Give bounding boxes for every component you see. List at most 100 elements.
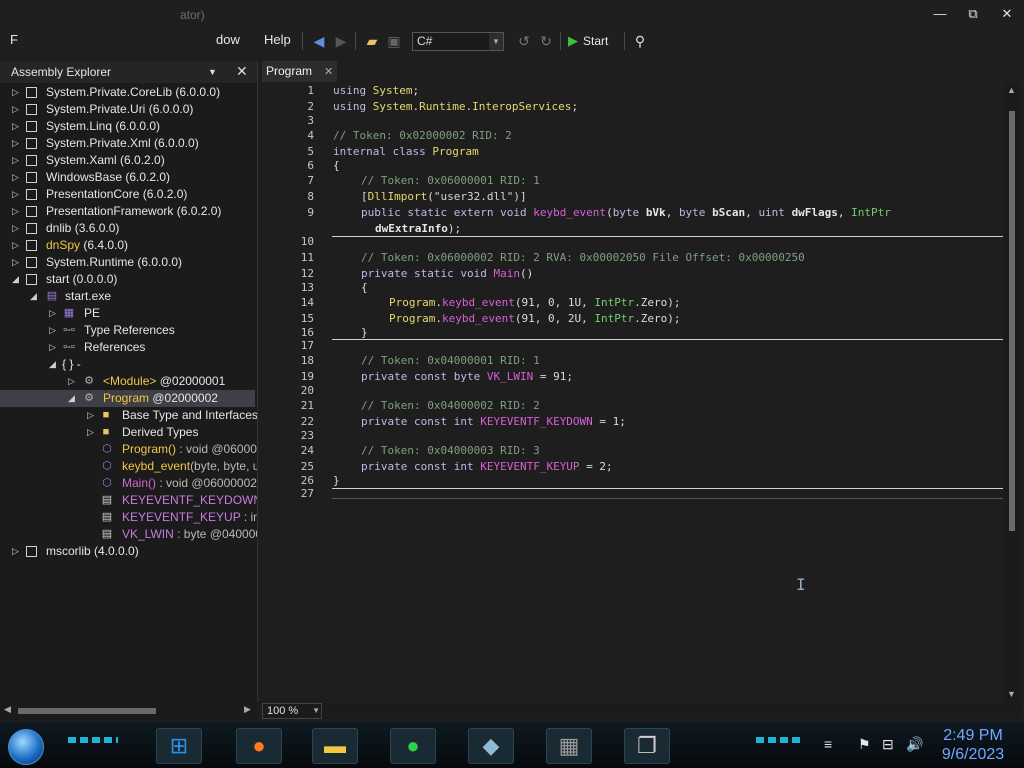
- tree-item-assembly[interactable]: ▷ PresentationCore (6.0.2.0): [0, 186, 250, 203]
- maximize-button[interactable]: ⧉: [959, 4, 987, 24]
- collapse-arrow-icon[interactable]: ◢: [30, 288, 37, 305]
- tree-item-method[interactable]: ⬡ Main() : void @06000002: [0, 475, 257, 492]
- expand-arrow-icon[interactable]: ▷: [12, 84, 19, 101]
- tree-item-assembly[interactable]: ▷ mscorlib (4.0.0.0): [0, 543, 250, 560]
- task-view-icon[interactable]: ❐: [624, 728, 670, 764]
- tree-item-field[interactable]: ▤ KEYEVENTF_KEYUP : int @: [0, 509, 257, 526]
- explorer-horizontal-scrollbar[interactable]: ◀ ▶: [0, 702, 258, 720]
- chevron-down-icon[interactable]: ▼: [208, 67, 217, 77]
- tree-item-references[interactable]: ▷ ▫-▫ References: [0, 339, 250, 356]
- expand-arrow-icon[interactable]: ▷: [49, 305, 56, 322]
- tree-item-method[interactable]: ⬡ keybd_event(byte, byte, u: [0, 458, 257, 475]
- spotify-icon[interactable]: ●: [390, 728, 436, 764]
- start-button[interactable]: ▶ Start: [568, 31, 608, 51]
- expand-arrow-icon[interactable]: ▷: [12, 101, 19, 118]
- scroll-up-icon[interactable]: ▲: [1007, 85, 1016, 95]
- tree-item-assembly[interactable]: ▷ System.Private.Uri (6.0.0.0): [0, 101, 250, 118]
- firefox-icon[interactable]: ●: [236, 728, 282, 764]
- tree-item-field[interactable]: ▤ KEYEVENTF_KEYDOWN :: [0, 492, 257, 509]
- toolbar-separator: [355, 32, 356, 50]
- expand-arrow-icon[interactable]: ▷: [12, 118, 19, 135]
- code-editor[interactable]: 1 using System; 2 using System.Runtime.Int…: [262, 83, 1004, 703]
- windows-logo-icon[interactable]: ⊞: [156, 728, 202, 764]
- tree-item-assembly[interactable]: ▷ System.Private.CoreLib (6.0.0.0): [0, 84, 250, 101]
- expand-arrow-icon[interactable]: ▷: [68, 373, 75, 390]
- tree-item-program[interactable]: ◢ ⚙ Program @02000002: [0, 390, 255, 407]
- tree-item-assembly[interactable]: ▷ PresentationFramework (6.0.2.0): [0, 203, 250, 220]
- tree-item-pe[interactable]: ▷ ▦ PE: [0, 305, 250, 322]
- clock[interactable]: 2:49 PM 9/6/2023: [930, 726, 1016, 764]
- scroll-down-icon[interactable]: ▼: [1007, 689, 1016, 699]
- scroll-left-icon[interactable]: ◀: [4, 704, 11, 715]
- expand-arrow-icon[interactable]: ▷: [49, 322, 56, 339]
- close-tab-icon[interactable]: ✕: [324, 66, 333, 78]
- param: dwFlags: [791, 206, 838, 219]
- language-select[interactable]: C# ▼: [412, 32, 504, 51]
- close-icon[interactable]: ✕: [236, 63, 248, 80]
- zoom-select[interactable]: 100 % ▼: [262, 703, 322, 719]
- tree-item-assembly[interactable]: ▷ System.Linq (6.0.0.0): [0, 118, 250, 135]
- minimize-button[interactable]: —: [926, 4, 954, 24]
- expand-arrow-icon[interactable]: ▷: [12, 237, 19, 254]
- start-orb-icon[interactable]: [8, 729, 44, 765]
- tree-item-field[interactable]: ▤ VK_LWIN : byte @0400000: [0, 526, 257, 543]
- open-folder-icon[interactable]: ▰: [362, 31, 382, 51]
- code-line: 17: [262, 338, 1004, 353]
- save-icon[interactable]: ▣: [384, 31, 404, 51]
- expand-arrow-icon[interactable]: ▷: [12, 543, 19, 560]
- tree-item-module[interactable]: ◢ ▤ start.exe: [0, 288, 250, 305]
- network-icon[interactable]: ⊟: [882, 736, 894, 753]
- file-explorer-icon[interactable]: ▬: [312, 728, 358, 764]
- tab-program[interactable]: Program ✕: [262, 61, 338, 82]
- menu-help[interactable]: Help: [264, 32, 291, 47]
- scroll-right-icon[interactable]: ▶: [244, 704, 251, 715]
- expand-arrow-icon[interactable]: ▷: [12, 220, 19, 237]
- code-line: 7 // Token: 0x06000001 RID: 1: [262, 173, 1004, 188]
- tree-item-derived-types[interactable]: ▷ ■ Derived Types: [0, 424, 257, 441]
- tree-item-assembly[interactable]: ▷ System.Runtime (6.0.0.0): [0, 254, 250, 271]
- tree-item-assembly[interactable]: ▷ dnlib (3.6.0.0): [0, 220, 250, 237]
- expand-arrow-icon[interactable]: ▷: [87, 424, 94, 441]
- close-button[interactable]: ✕: [993, 4, 1021, 24]
- tray-menu-icon[interactable]: ≡: [824, 736, 832, 752]
- redo-icon[interactable]: ↻: [536, 31, 556, 51]
- editor-vertical-scrollbar[interactable]: ▲ ▼: [1004, 83, 1020, 703]
- tree-item-assembly[interactable]: ▷ System.Xaml (6.0.2.0): [0, 152, 250, 169]
- undo-icon[interactable]: ↺: [514, 31, 534, 51]
- method-name: Main: [493, 267, 520, 280]
- wall-app-icon[interactable]: ▦: [546, 728, 592, 764]
- tree-item-namespace[interactable]: ◢ { } -: [0, 356, 250, 373]
- forward-icon[interactable]: ▶: [331, 31, 351, 51]
- collapse-arrow-icon[interactable]: ◢: [68, 390, 75, 407]
- flag-icon[interactable]: ⚑: [858, 736, 871, 753]
- menu-file[interactable]: F: [10, 32, 18, 47]
- tree-item-assembly[interactable]: ▷ dnSpy (6.4.0.0): [0, 237, 250, 254]
- collapse-arrow-icon[interactable]: ◢: [49, 356, 56, 373]
- tree-item-assembly[interactable]: ▷ WindowsBase (6.0.2.0): [0, 169, 250, 186]
- expand-arrow-icon[interactable]: ▷: [87, 407, 94, 424]
- volume-icon[interactable]: 🔊: [906, 736, 923, 753]
- search-icon[interactable]: ⚲: [630, 31, 650, 51]
- expand-arrow-icon[interactable]: ▷: [12, 254, 19, 271]
- expand-arrow-icon[interactable]: ▷: [12, 152, 19, 169]
- scrollbar-thumb[interactable]: [1009, 111, 1015, 531]
- expand-arrow-icon[interactable]: ▷: [12, 169, 19, 186]
- menu-window[interactable]: dow: [216, 32, 240, 47]
- expand-arrow-icon[interactable]: ▷: [12, 186, 19, 203]
- scrollbar-thumb[interactable]: [18, 708, 156, 714]
- tree-item-module-type[interactable]: ▷ ⚙ <Module> @02000001: [0, 373, 250, 390]
- expand-arrow-icon[interactable]: ▷: [49, 339, 56, 356]
- editor-horizontal-scrollbar[interactable]: [322, 703, 1022, 719]
- keyword: public static extern void: [361, 206, 527, 219]
- tree-item-assembly-start[interactable]: ◢ start (0.0.0.0): [0, 271, 250, 288]
- expand-arrow-icon[interactable]: ▷: [12, 135, 19, 152]
- tree-label: start.exe: [65, 289, 112, 303]
- tree-item-base-types[interactable]: ▷ ■ Base Type and Interfaces: [0, 407, 257, 424]
- tree-item-type-references[interactable]: ▷ ▫-▫ Type References: [0, 322, 250, 339]
- expand-arrow-icon[interactable]: ▷: [12, 203, 19, 220]
- network-app-icon[interactable]: ◆: [468, 728, 514, 764]
- back-icon[interactable]: ◀: [309, 31, 329, 51]
- tree-item-assembly[interactable]: ▷ System.Private.Xml (6.0.0.0): [0, 135, 250, 152]
- collapse-arrow-icon[interactable]: ◢: [12, 271, 19, 288]
- tree-item-method[interactable]: ⬡ Program() : void @060000: [0, 441, 257, 458]
